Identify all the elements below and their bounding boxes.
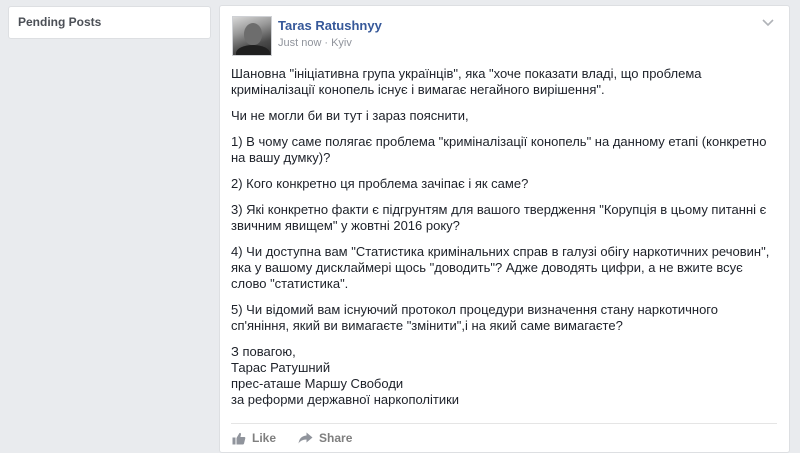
chevron-down-icon[interactable] bbox=[761, 18, 775, 28]
post-paragraph: Чи не могли би ви тут і зараз пояснити, bbox=[231, 108, 469, 123]
post-time[interactable]: Just now bbox=[278, 37, 321, 49]
post-paragraph: 3) Які конкретно факти є підгрунтям для … bbox=[231, 202, 767, 233]
like-button[interactable]: Like bbox=[232, 429, 276, 447]
sidebar-card: Pending Posts bbox=[8, 6, 211, 39]
post-card: Taras Ratushnyy Just now · Kyiv Шановна "і… bbox=[219, 5, 790, 453]
signature-line: З повагою, bbox=[231, 344, 296, 359]
post-author[interactable]: Taras Ratushnyy bbox=[278, 18, 382, 33]
post-paragraph: 4) Чи доступна вам "Статистика криміналь… bbox=[231, 244, 770, 291]
avatar-shoulders bbox=[236, 45, 270, 55]
like-icon bbox=[232, 432, 246, 445]
signature-line: за реформи державної наркополітики bbox=[231, 392, 460, 407]
share-button[interactable]: Share bbox=[298, 429, 352, 447]
sidebar-item-pending-posts[interactable]: Pending Posts bbox=[18, 15, 101, 29]
post-meta: Just now · Kyiv bbox=[278, 37, 352, 49]
meta-separator: · bbox=[324, 37, 329, 49]
post-paragraph: Шановна "ініціативна група українців", я… bbox=[231, 66, 702, 97]
actions-divider bbox=[231, 423, 777, 424]
post-actions: Like Share bbox=[232, 429, 352, 447]
signature-line: Тарас Ратушний bbox=[231, 360, 331, 375]
post-paragraph: 5) Чи відомий вам існуючий протокол проц… bbox=[231, 302, 718, 333]
post-body: Шановна "ініціативна група українців", я… bbox=[231, 66, 776, 408]
avatar[interactable] bbox=[232, 16, 272, 56]
post-paragraph: 1) В чому саме полягає проблема "криміна… bbox=[231, 134, 767, 165]
like-label: Like bbox=[252, 431, 277, 445]
post-paragraph: 2) Кого конкретно ця проблема зачіпає і … bbox=[231, 176, 529, 191]
share-icon bbox=[298, 432, 313, 444]
post-location[interactable]: Kyiv bbox=[331, 37, 352, 49]
share-label: Share bbox=[319, 431, 353, 445]
avatar-face bbox=[244, 23, 262, 45]
signature-line: прес-аташе Маршу Свободи bbox=[231, 376, 404, 391]
